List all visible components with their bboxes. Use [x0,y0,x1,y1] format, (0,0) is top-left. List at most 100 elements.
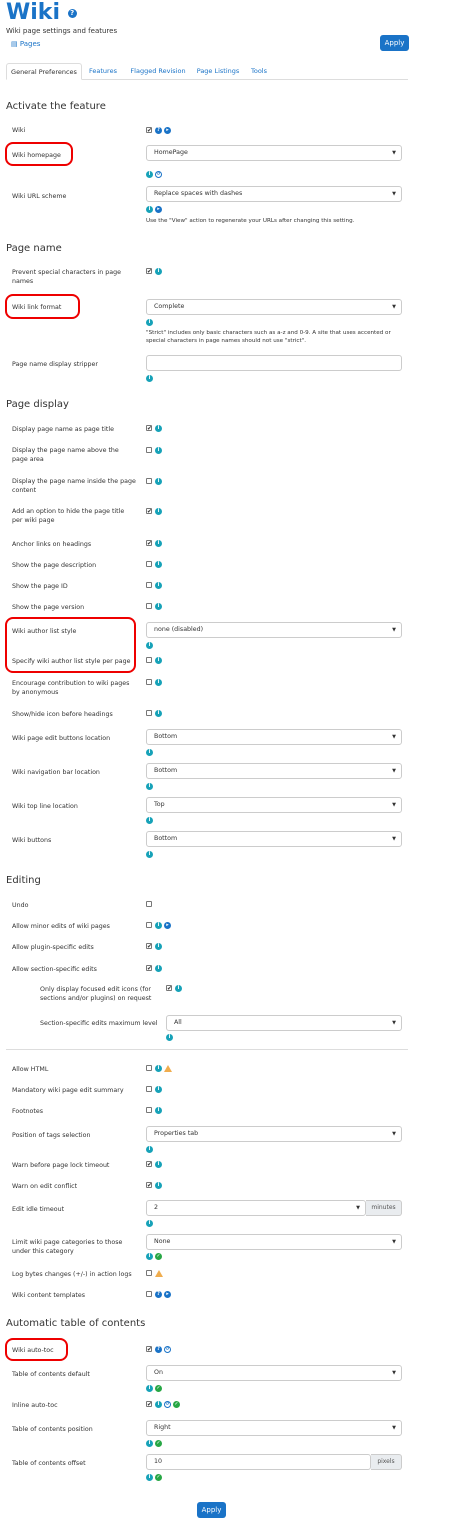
wiki-homepage-select[interactable]: HomePage ▼ [146,145,402,161]
info-icon[interactable]: i [155,267,162,275]
mandatory-summary-checkbox[interactable] [146,1086,152,1092]
info-icon[interactable]: i [146,205,153,213]
info-icon[interactable]: i [146,1384,153,1392]
wiki-checkbox[interactable]: ✔ [146,127,152,134]
inside-checkbox[interactable] [146,478,152,484]
minor-edits-checkbox[interactable] [146,922,152,928]
author-per-page-checkbox[interactable] [146,657,152,663]
help-icon[interactable]: ? [155,1290,162,1298]
show-hide-icon-checkbox[interactable] [146,710,152,716]
play-icon[interactable]: ▸ [164,126,171,134]
above-checkbox[interactable] [146,447,152,453]
info-icon[interactable]: i [155,477,162,485]
url-scheme-select[interactable]: Replace spaces with dashes ▼ [146,186,402,202]
inline-toc-checkbox[interactable]: ✔ [146,1401,152,1408]
info-icon[interactable]: i [166,1033,173,1041]
top-line-loc-select[interactable]: Top ▼ [146,797,402,813]
info-icon[interactable]: i [146,816,153,824]
show-version-checkbox[interactable] [146,603,152,609]
info-icon[interactable]: i [146,748,153,756]
plugin-edits-checkbox[interactable]: ✔ [146,943,152,950]
as-title-checkbox[interactable]: ✔ [146,425,152,432]
display-stripper-input[interactable] [146,355,402,371]
warn-conflict-checkbox[interactable]: ✔ [146,1182,152,1189]
hide-title-checkbox[interactable]: ✔ [146,508,152,515]
info-icon[interactable]: i [155,1160,162,1168]
info-icon[interactable]: i [155,678,162,686]
prevent-special-checkbox[interactable]: ✔ [146,268,152,275]
focused-icons-checkbox[interactable]: ✔ [166,985,172,992]
help-icon[interactable]: ? [155,1345,162,1353]
info-icon[interactable]: i [146,782,153,790]
tags-position-select[interactable]: Properties tab ▼ [146,1126,402,1142]
info-icon[interactable]: i [155,656,162,664]
info-icon[interactable]: i [155,1085,162,1093]
info-icon[interactable]: i [155,921,162,929]
toc-position-select[interactable]: Right ▼ [146,1420,402,1436]
info-icon[interactable]: i [155,507,162,515]
help-icon[interactable]: ? [155,126,162,134]
play-icon[interactable]: ▸ [155,205,162,213]
show-description-checkbox[interactable] [146,561,152,567]
content-templates-checkbox[interactable] [146,1291,152,1297]
tab-general-preferences[interactable]: General Preferences [6,63,82,80]
footnotes-checkbox[interactable] [146,1107,152,1113]
anchor-links-checkbox[interactable]: ✔ [146,540,152,547]
info-icon[interactable]: i [155,446,162,454]
info-icon[interactable]: i [146,1439,153,1447]
author-style-select[interactable]: none (disabled) ▼ [146,622,402,638]
info-icon[interactable]: i [155,942,162,950]
info-icon[interactable]: i [155,581,162,589]
encourage-checkbox[interactable] [146,679,152,685]
info-icon[interactable]: i [155,560,162,568]
toc-default-select[interactable]: On ▼ [146,1365,402,1381]
warn-lock-checkbox[interactable]: ✔ [146,1161,152,1168]
info-icon[interactable]: i [146,641,153,649]
reset-icon[interactable]: ↺ [155,170,162,178]
undo-checkbox[interactable] [146,901,152,907]
tab-page-listings[interactable]: Page Listings [194,63,242,80]
tab-tools[interactable]: Tools [248,63,270,80]
info-icon[interactable]: i [146,374,153,382]
link-format-select[interactable]: Complete ▼ [146,299,402,315]
auto-toc-checkbox[interactable]: ✔ [146,1346,152,1353]
edit-buttons-loc-select[interactable]: Bottom ▼ [146,729,402,745]
section-edits-checkbox[interactable]: ✔ [146,965,152,972]
apply-button-top[interactable]: Apply [380,35,409,51]
info-icon[interactable]: i [175,984,182,992]
limit-categories-select[interactable]: None ▼ [146,1234,402,1250]
info-icon[interactable]: i [146,1252,153,1260]
play-icon[interactable]: ▸ [164,921,171,929]
info-icon[interactable]: i [155,539,162,547]
tab-features[interactable]: Features [86,63,120,80]
info-icon[interactable]: i [155,424,162,432]
section-max-select[interactable]: All ▼ [166,1015,402,1031]
info-icon[interactable]: i [155,1400,162,1408]
info-icon[interactable]: i [146,1145,153,1153]
allow-html-checkbox[interactable] [146,1065,152,1071]
info-icon[interactable]: i [146,170,153,178]
apply-button-bottom[interactable]: Apply [197,1502,226,1518]
toc-offset-input[interactable]: 10 [146,1454,371,1470]
log-bytes-checkbox[interactable] [146,1270,152,1276]
help-icon[interactable]: ? [67,8,77,18]
info-icon[interactable]: i [155,1106,162,1114]
info-icon[interactable]: i [146,1219,153,1227]
show-id-checkbox[interactable] [146,582,152,588]
play-icon[interactable]: ▸ [164,1290,171,1298]
tab-flagged-revision[interactable]: Flagged Revision [126,63,190,80]
info-icon[interactable]: i [146,318,153,326]
nav-bar-loc-select[interactable]: Bottom ▼ [146,763,402,779]
wiki-buttons-select[interactable]: Bottom ▼ [146,831,402,847]
info-icon[interactable]: i [155,602,162,610]
reset-icon[interactable]: ↺ [164,1400,171,1408]
pages-link[interactable]: ▤ Pages [11,40,40,48]
idle-timeout-select[interactable]: 2 ▼ [146,1200,366,1216]
info-icon[interactable]: i [155,709,162,717]
info-icon[interactable]: i [155,1181,162,1189]
info-icon[interactable]: i [155,1064,162,1072]
reset-icon[interactable]: ↺ [164,1345,171,1353]
info-icon[interactable]: i [146,1473,153,1481]
info-icon[interactable]: i [146,850,153,858]
info-icon[interactable]: i [155,964,162,972]
